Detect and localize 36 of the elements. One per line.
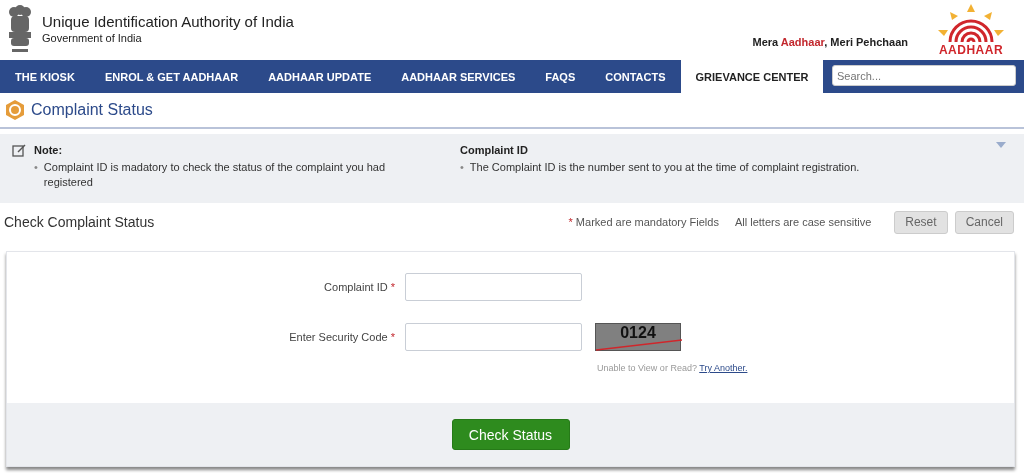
tagline: Mera Aadhaar, Meri Pehchaan (752, 36, 908, 48)
form-button[interactable]: Cancel (954, 210, 1014, 234)
captcha-help: Unable to View or Read? Try Another. (597, 363, 748, 373)
field-label: Complaint ID * (323, 280, 395, 293)
check-status-button[interactable]: Check Status (451, 419, 570, 450)
status-icon (5, 100, 25, 120)
emblem-icon (6, 4, 34, 54)
note-title: Note: (34, 144, 64, 156)
aadhaar-logo: AADHAAR (928, 4, 1014, 56)
mandatory-note: * Marked are mandatory Fields (568, 216, 719, 228)
nav-tab[interactable]: THE KIOSK (0, 60, 90, 93)
security-code-field[interactable] (405, 323, 582, 351)
try-another-link[interactable]: Try Another. (699, 363, 748, 373)
nav-tab[interactable]: GRIEVANCE CENTER (680, 60, 824, 93)
captcha-text: 0124 (620, 324, 656, 341)
search-field[interactable]: Search... (832, 65, 1016, 86)
collapse-icon[interactable] (996, 142, 1006, 148)
field-label: Enter Security Code * (288, 330, 395, 343)
edit-icon (12, 144, 26, 158)
nav-tab[interactable]: AADHAAR UPDATE (253, 60, 387, 93)
page-title: Complaint Status (31, 101, 153, 119)
note-text: The Complaint ID is the number sent to you at the time of complaint registration. (469, 160, 860, 175)
nav-tab[interactable]: FAQS (530, 60, 591, 93)
bullet: • (460, 160, 464, 175)
case-note: All letters are case sensitive (734, 216, 872, 228)
nav-tab[interactable]: ENROL & GET AADHAAR (89, 60, 254, 93)
nav-tab[interactable]: AADHAAR SERVICES (386, 60, 531, 93)
complaint-id-field[interactable] (405, 273, 582, 301)
note-text: Complaint ID is madatory to check the status of the complaint you had registered (43, 160, 387, 190)
organization-subtitle: Government of India (42, 32, 143, 44)
form-button[interactable]: Reset (894, 210, 948, 234)
section-title: Check Complaint Status (4, 214, 156, 230)
note-title: Complaint ID (460, 144, 529, 156)
organization-name: Unique Identification Authority of India (42, 13, 294, 30)
nav-tab[interactable]: CONTACTS (590, 60, 681, 93)
bullet: • (34, 160, 38, 175)
